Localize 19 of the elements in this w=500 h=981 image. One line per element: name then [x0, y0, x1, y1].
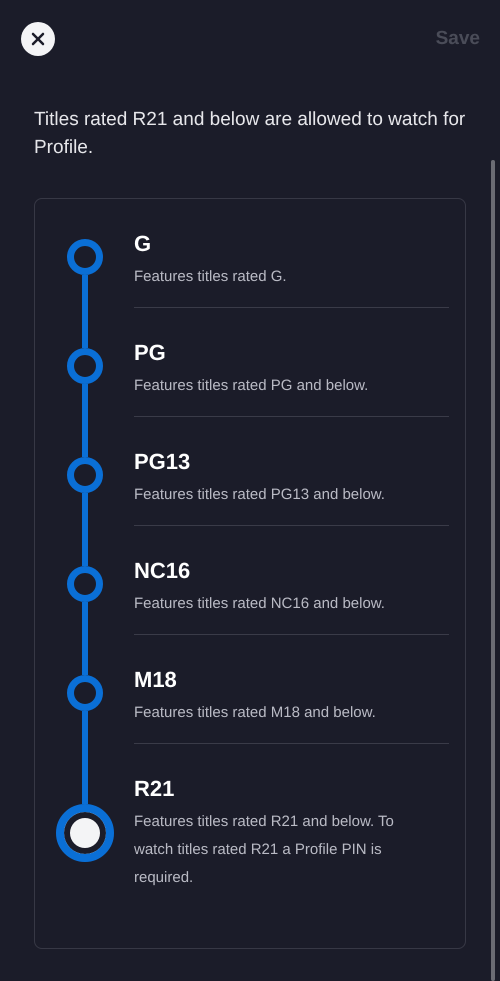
rating-title: PG13	[134, 448, 192, 476]
rating-description: Features titles rated G.	[134, 267, 288, 287]
rating-node[interactable]	[66, 675, 102, 711]
rating-description: Features titles rated M18 and below.	[134, 703, 377, 723]
rating-description: Features titles rated R21 and below. To watch titles rated R21 a Profile PIN is required.	[134, 812, 395, 888]
rating-description: Features titles rated NC16 and below.	[134, 594, 386, 614]
rating-node[interactable]	[66, 239, 102, 275]
rating-node[interactable]	[66, 457, 102, 493]
description-text: Titles rated R21 and below are allowed to watch for Profile.	[34, 108, 466, 160]
rating-title: NC16	[134, 557, 192, 585]
rating-title: R21	[134, 775, 176, 803]
rating-description: Features titles rated PG13 and below.	[134, 485, 386, 505]
rating-title: M18	[134, 666, 178, 694]
rating-title: G	[134, 230, 152, 258]
rating-title: PG	[134, 339, 167, 367]
rating-node[interactable]	[66, 348, 102, 384]
rating-description: Features titles rated PG and below.	[134, 376, 370, 396]
close-button[interactable]	[21, 22, 55, 56]
rating-node[interactable]	[66, 566, 102, 602]
